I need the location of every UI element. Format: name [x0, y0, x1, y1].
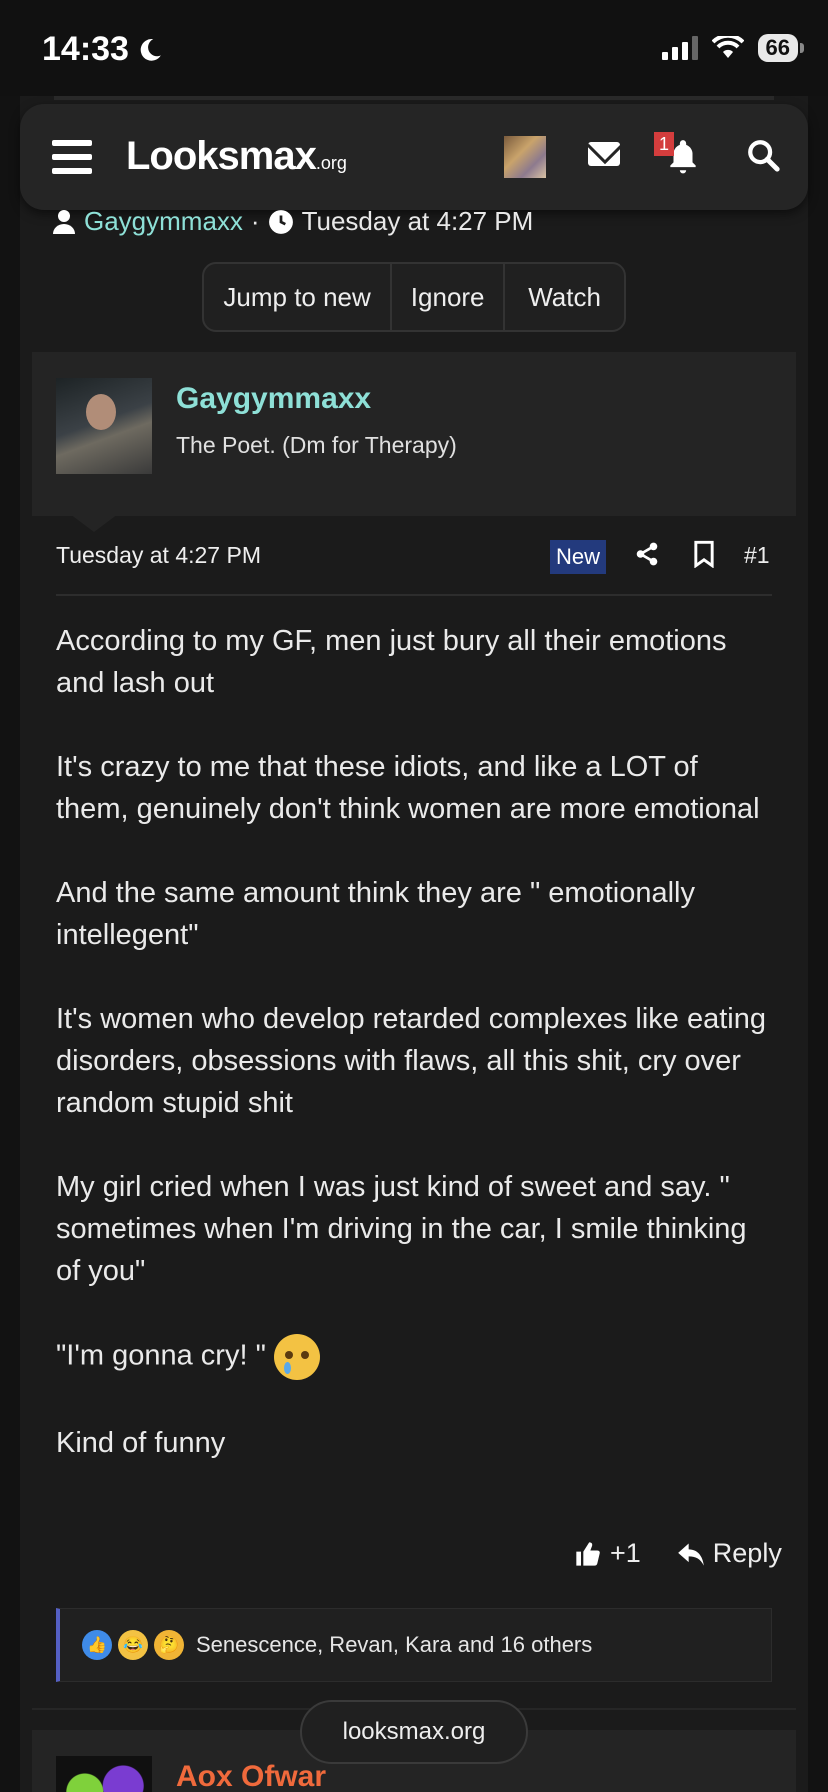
laughing-reaction-icon: 😂 — [118, 1630, 148, 1660]
post-date[interactable]: Tuesday at 4:27 PM — [56, 542, 261, 569]
battery-indicator: 66 — [757, 34, 805, 62]
post-paragraph-emoji: "I'm gonna cry! " — [56, 1334, 772, 1380]
user-block-arrow — [70, 514, 118, 532]
post-paragraph: My girl cried when I was just kind of sw… — [56, 1171, 747, 1287]
clock-icon — [268, 209, 293, 234]
reactions-names[interactable]: Senescence, Revan, Kara and 16 others — [196, 1632, 592, 1658]
post-user-title: The Poet. (Dm for Therapy) — [176, 432, 457, 458]
thread-date: Tuesday at 4:27 PM — [301, 206, 534, 236]
share-icon[interactable] — [634, 540, 660, 568]
reply-label: Reply — [712, 1538, 782, 1568]
post-actions: +1 Reply — [574, 1538, 782, 1569]
post-header: Tuesday at 4:27 PM New #1 — [56, 540, 772, 596]
post-paragraph: According to my GF, men just bury all th… — [56, 625, 727, 699]
status-bar: 14:33 66 — [0, 0, 828, 96]
time-text: 14:33 — [42, 30, 129, 68]
cellular-signal-icon — [661, 36, 698, 60]
status-right: 66 — [661, 34, 805, 62]
logo-text: Looksmax — [126, 134, 317, 178]
reactions-bar[interactable]: 👍 😂 🤔 Senescence, Revan, Kara and 16 oth… — [56, 1608, 772, 1682]
post-paragraph: It's crazy to me that these idiots, and … — [56, 751, 760, 825]
jump-to-new-button[interactable]: Jump to new — [204, 264, 393, 330]
like-count: +1 — [610, 1538, 641, 1568]
site-logo[interactable]: Looksmax.org — [126, 134, 347, 179]
post-username[interactable]: Gaygymmaxx — [176, 382, 371, 416]
site-url-pill[interactable]: looksmax.org — [300, 1700, 528, 1764]
moon-icon — [140, 38, 161, 61]
post-paragraph: And the same amount think they are " emo… — [56, 877, 695, 951]
post-number[interactable]: #1 — [744, 542, 770, 569]
bookmark-icon[interactable] — [692, 540, 716, 568]
watch-button[interactable]: Watch — [505, 264, 624, 330]
notification-badge: 1 — [654, 132, 674, 156]
thumbs-up-icon — [576, 1541, 600, 1566]
user-icon — [53, 209, 75, 234]
top-strip — [54, 96, 774, 100]
thread-author-link[interactable]: Gaygymmaxx — [84, 206, 243, 237]
post-paragraph: "I'm gonna cry! " — [56, 1339, 266, 1372]
next-post-avatar[interactable] — [56, 1756, 152, 1792]
logo-suffix: .org — [315, 153, 347, 173]
thinking-reaction-icon: 🤔 — [154, 1630, 184, 1660]
thread-button-bar: Jump to new Ignore Watch — [202, 262, 626, 332]
status-time: 14:33 — [42, 30, 163, 69]
mail-icon[interactable] — [588, 142, 620, 166]
crying-face-emoji-icon — [273, 1334, 320, 1380]
reply-button[interactable]: Reply — [677, 1538, 782, 1569]
user-avatar[interactable] — [504, 136, 546, 178]
wifi-icon — [711, 36, 744, 58]
new-badge: New — [550, 540, 607, 574]
post-user-block: Gaygymmaxx The Poet. (Dm for Therapy) — [32, 352, 796, 516]
menu-icon[interactable] — [52, 140, 92, 174]
like-button[interactable]: +1 — [574, 1538, 641, 1569]
top-navbar: Looksmax.org 1 — [20, 104, 808, 210]
next-post-username[interactable]: Aox Ofwar — [176, 1760, 326, 1792]
search-icon[interactable] — [746, 138, 780, 172]
reply-icon — [677, 1543, 704, 1566]
meta-separator: · — [250, 206, 260, 236]
post-paragraph: Kind of funny — [56, 1427, 226, 1459]
post-paragraph: It's women who develop retarded complexe… — [56, 1003, 766, 1119]
thread-meta: Gaygymmaxx · Tuesday at 4:27 PM — [52, 206, 533, 237]
ignore-button[interactable]: Ignore — [392, 264, 506, 330]
post-avatar[interactable] — [56, 378, 152, 474]
like-reaction-icon: 👍 — [82, 1630, 112, 1660]
post-body: According to my GF, men just bury all th… — [56, 620, 772, 1506]
